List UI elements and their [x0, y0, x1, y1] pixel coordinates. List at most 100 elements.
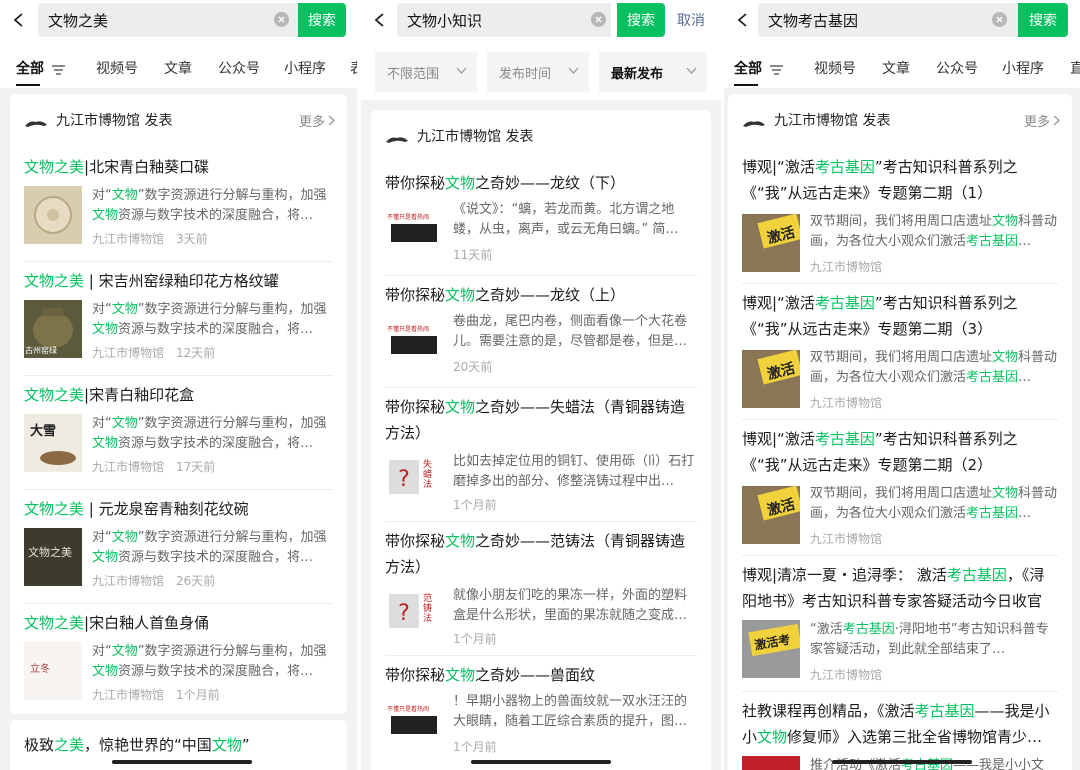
article-time: 11天前	[453, 248, 493, 262]
chevron-down-icon	[456, 67, 467, 74]
account-result-card: 九江市博物馆 发表 带你探秘文物之奇妙——龙纹（下） 不懂只是看热闹 《说文》：…	[371, 110, 711, 770]
article-summary: 对“文物”数字资源进行分解与重构，加强文物资源与数字技术的深度融合，将…	[92, 530, 327, 565]
search-bar: 文物小知识 搜索 取消	[361, 0, 721, 44]
article-source: 九江市博物馆	[810, 396, 883, 410]
filter-icon[interactable]	[770, 60, 783, 79]
cancel-button[interactable]: 取消	[671, 3, 711, 37]
card-header: 九江市博物馆 发表 更多	[728, 94, 1072, 144]
tab-official-accounts[interactable]: 公众号	[218, 58, 260, 78]
thumbnail-caption: 大雪	[30, 424, 57, 439]
filter-icon[interactable]	[52, 60, 65, 79]
tab-articles[interactable]: 文章	[882, 58, 910, 78]
tab-channels[interactable]: 视频号	[96, 58, 138, 78]
filter-label: 最新发布	[611, 66, 664, 82]
article-time: 3天前	[176, 232, 208, 246]
tab-more[interactable]: 直	[1070, 58, 1080, 78]
tab-official-accounts[interactable]: 公众号	[936, 58, 978, 78]
article-title: 带你探秘文物之奇妙——龙纹（下）	[385, 174, 626, 192]
article-summary: “激活考古基因·浔阳地书”考古知识科普专家答疑活动，到此就全部结束了…	[810, 622, 1049, 657]
more-label: 更多	[298, 115, 325, 130]
home-indicator[interactable]	[471, 760, 611, 764]
article-thumbnail: 激活	[742, 486, 800, 544]
more-button[interactable]: 更多	[1024, 111, 1060, 130]
list-item[interactable]: 文物之美|北宋青白釉葵口碟 对“文物”数字资源进行分解与重构，加强文物资源与数字…	[24, 154, 333, 262]
article-thumbnail: ? 失蜡法	[385, 452, 443, 510]
filter-publish-time[interactable]: 发布时间	[487, 52, 589, 92]
account-name: 九江市博物馆 发表	[774, 113, 891, 129]
tab-all[interactable]: 全部	[16, 58, 44, 78]
article-thumbnail	[742, 756, 800, 770]
clear-icon[interactable]	[992, 12, 1007, 27]
thumbnail-caption: 文物之美	[28, 546, 72, 559]
search-results-panel-3: 文物考古基因 搜索 全部 视频号 文章 公众号 小程序 直 九江市博物馆 发表 …	[724, 0, 1080, 770]
article-time: 1个月前	[453, 632, 497, 646]
article-thumbnail: 古州窑绿	[24, 300, 82, 358]
tab-all[interactable]: 全部	[734, 58, 762, 78]
article-thumbnail: 文物之美	[24, 528, 82, 586]
list-item[interactable]: 文物之美 | 元龙泉窑青釉刻花纹碗 文物之美 对“文物”数字资源进行分解与重构，…	[24, 496, 333, 604]
tab-more[interactable]: 表	[350, 58, 357, 78]
search-results-panel-1: 文物之美 搜索 全部 视频号 文章 公众号 小程序 表 九江市博物馆 发表 更多	[0, 0, 357, 770]
article-time: 1个月前	[176, 688, 220, 702]
article-summary: ！早期小器物上的兽面纹就一双水汪汪的大眼睛，随着工匠综合素质的提升，图…	[453, 694, 688, 729]
tab-mini-programs[interactable]: 小程序	[284, 58, 326, 78]
chevron-right-icon	[328, 115, 335, 126]
home-indicator[interactable]	[832, 760, 972, 764]
back-arrow-icon[interactable]	[736, 13, 750, 27]
list-item[interactable]: 带你探秘文物之奇妙——龙纹（上） 不懂只是看热闹 卷曲龙，尾巴内卷，侧面看像一个…	[385, 282, 697, 388]
article-title: 带你探秘文物之奇妙——龙纹（上）	[385, 286, 626, 304]
active-tab-indicator	[16, 84, 40, 86]
thumbnail-caption: 不懂只是看热闹	[387, 706, 430, 713]
tab-channels[interactable]: 视频号	[814, 58, 856, 78]
list-item[interactable]: 文物之美|宋青白釉印花盒 大雪 对“文物”数字资源进行分解与重构，加强文物资源与…	[24, 382, 333, 490]
card-header: 九江市博物馆 发表	[371, 110, 711, 160]
filter-label: 发布时间	[499, 66, 552, 82]
search-button[interactable]: 搜索	[298, 3, 346, 37]
list-item[interactable]: 带你探秘文物之奇妙——兽面纹 不懂只是看热闹 ！早期小器物上的兽面纹就一双水汪汪…	[385, 662, 697, 770]
chevron-down-icon	[568, 67, 579, 74]
filter-sort[interactable]: 最新发布	[599, 52, 707, 92]
article-summary: 卷曲龙，尾巴内卷，侧面看像一个大花卷儿。需要注意的是，尽管都是卷，但是…	[453, 314, 688, 349]
clear-icon[interactable]	[274, 12, 289, 27]
museum-logo-icon	[24, 114, 48, 133]
list-item[interactable]: 文物之美 | 宋吉州窑绿釉印花方格纹罐 古州窑绿 对“文物”数字资源进行分解与重…	[24, 268, 333, 376]
article-title: 带你探秘文物之奇妙——兽面纹	[385, 666, 596, 684]
search-input[interactable]: 文物之美	[38, 3, 298, 37]
article-summary: 《说文》：“螭，若龙而黄。北方谓之地蝼，从虫，离声，或云无角曰螭。” 简…	[453, 202, 679, 237]
card-header: 九江市博物馆 发表 更多	[10, 94, 347, 144]
list-item[interactable]: 文物之美|宋白釉人首鱼身俑 立冬 对“文物”数字资源进行分解与重构，加强文物资源…	[24, 610, 333, 710]
article-title: 博观|清凉一夏・追浔季： 激活考古基因，《浔 阳地书》考古知识科普专家答疑活动今日…	[742, 566, 1045, 610]
list-item[interactable]: 带你探秘文物之奇妙——失蜡法（青铜器铸造方法） ? 失蜡法 比如去掉定位用的铜钉…	[385, 394, 697, 522]
clear-icon[interactable]	[591, 12, 606, 27]
search-input[interactable]: 文物小知识	[397, 3, 611, 37]
list-item[interactable]: 博观|“激活考古基因”考古知识科普系列之 《“我”从远古走来》专题第二期（3） 激…	[742, 290, 1058, 420]
home-indicator[interactable]	[112, 760, 252, 764]
article-title: 博观|“激活考古基因”考古知识科普系列之 《“我”从远古走来》专题第二期（2）	[742, 430, 1018, 474]
article-thumbnail: 不懂只是看热闹	[385, 314, 443, 372]
back-arrow-icon[interactable]	[373, 13, 387, 27]
tab-articles[interactable]: 文章	[164, 58, 192, 78]
article-summary: 就像小朋友们吃的果冻一样，外面的塑料盒是什么形状，里面的果冻就随之变成…	[453, 588, 688, 623]
list-item[interactable]: 带你探秘文物之奇妙——龙纹（下） 不懂只是看热闹 《说文》：“螭，若龙而黄。北方…	[385, 170, 697, 276]
list-item[interactable]: 博观|“激活考古基因”考古知识科普系列之 《“我”从远古走来》专题第二期（1） 激…	[742, 154, 1058, 284]
article-title: 极致之美，惊艳世界的“中国文物”	[24, 736, 250, 754]
article-thumbnail: 不懂只是看热闹	[385, 202, 443, 260]
list-item[interactable]: 带你探秘文物之奇妙——范铸法（青铜器铸造方法） ? 范铸法 就像小朋友们吃的果冻…	[385, 528, 697, 656]
article-source: 九江市博物馆	[92, 232, 165, 246]
list-item[interactable]: 博观|“激活考古基因”考古知识科普系列之 《“我”从远古走来》专题第二期（2） 激…	[742, 426, 1058, 556]
chevron-down-icon	[686, 67, 697, 74]
thumbnail-caption: 立冬	[30, 664, 50, 675]
result-tabs: 全部 视频号 文章 公众号 小程序 表	[0, 44, 357, 88]
search-button[interactable]: 搜索	[1018, 3, 1068, 37]
article-summary: 双节期间，我们将用周口店遗址文物科普动画，为各位大小观众们激活考古基因…	[810, 486, 1058, 521]
list-item[interactable]: 博观|清凉一夏・追浔季： 激活考古基因，《浔 阳地书》考古知识科普专家答疑活动今日…	[742, 562, 1058, 692]
thumbnail-caption: 失蜡法	[423, 460, 433, 490]
article-title: 文物之美|宋白釉人首鱼身俑	[24, 614, 210, 632]
search-input[interactable]: 文物考古基因	[758, 3, 1018, 37]
more-button[interactable]: 更多	[299, 111, 335, 130]
tab-mini-programs[interactable]: 小程序	[1002, 58, 1044, 78]
back-arrow-icon[interactable]	[12, 13, 26, 27]
search-button[interactable]: 搜索	[617, 3, 665, 37]
article-summary: 对“文物”数字资源进行分解与重构，加强文物资源与数字技术的深度融合，将…	[92, 188, 327, 223]
filter-scope[interactable]: 不限范围	[375, 52, 477, 92]
